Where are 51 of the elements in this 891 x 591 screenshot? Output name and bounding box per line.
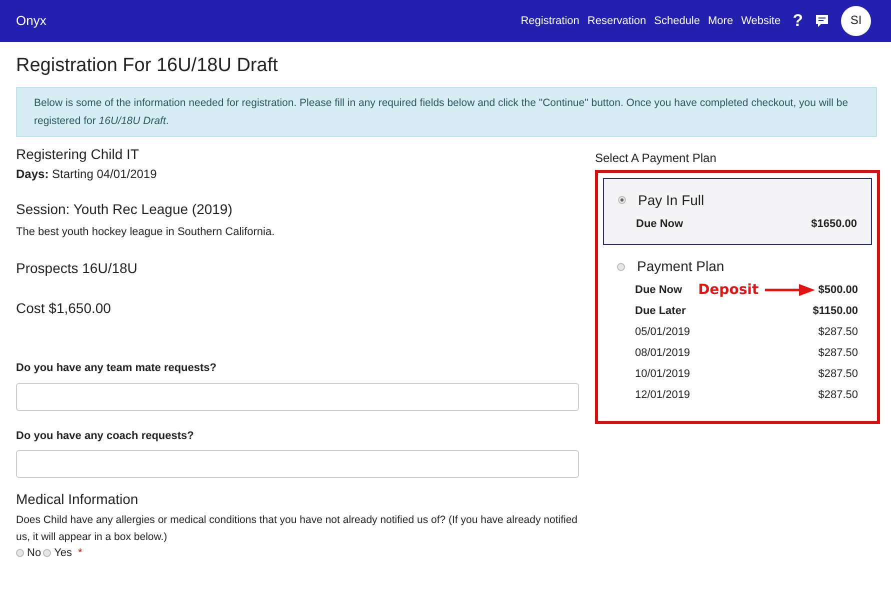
child-name: Registering Child IT: [16, 144, 140, 163]
nav-link[interactable]: Website: [741, 14, 781, 28]
chat-icon[interactable]: [815, 14, 829, 28]
question-label: Do you have any team mate requests?: [16, 361, 218, 376]
program-name: Prospects 16U/18U: [16, 258, 138, 278]
brand-name[interactable]: Onyx: [16, 12, 46, 30]
help-link[interactable]: ?: [792, 10, 803, 32]
payment-label: Due Now: [635, 283, 682, 298]
plan-option[interactable]: Payment Plan Due Now Deposit $500.00 Due Later $1150.00 05/01/2019 $287.50 08/01/2019 $287.50 10/01/2019 $287.50 12/01/2019 $287.50: [603, 245, 872, 416]
plan-name: Pay In Full: [638, 191, 704, 210]
section-heading: Medical Information: [16, 490, 140, 508]
text-field[interactable]: [16, 450, 579, 478]
nav-link[interactable]: More: [708, 14, 734, 28]
medical-question: Does Child have any allergies or medical conditions that you have not already notified us of? (If you have already notified us, it will appear in a box below.): [16, 513, 578, 546]
radio-button[interactable]: [43, 549, 52, 558]
text-field[interactable]: [16, 382, 579, 411]
plan-option[interactable]: Pay In Full Due Now $1650.00: [603, 178, 872, 246]
payment-amount: $1650.00: [811, 216, 857, 232]
option-label: Yes: [54, 546, 72, 560]
payment-label: 08/01/2019: [635, 346, 690, 360]
option-label: No: [27, 546, 42, 560]
payment-amount: $287.50: [818, 388, 858, 402]
radio-button[interactable]: [16, 549, 24, 558]
annotation-text: Deposit: [698, 281, 759, 300]
nav-link[interactable]: Registration: [520, 14, 580, 28]
payment-label: Due Now: [636, 216, 684, 232]
radio-button[interactable]: [617, 262, 625, 271]
payment-amount: $1150.00: [812, 304, 858, 318]
user-avatar[interactable]: SI: [841, 6, 871, 36]
nav-link[interactable]: Schedule: [654, 14, 700, 28]
arrow-icon: [764, 283, 815, 298]
plan-name: Payment Plan: [637, 257, 724, 276]
payment-label: Due Later: [635, 304, 686, 318]
payment-amount: $500.00: [818, 283, 858, 298]
cost-text: Cost $1,650.00: [16, 299, 112, 318]
section-label: Select A Payment Plan: [595, 150, 718, 166]
payment-label: 12/01/2019: [635, 388, 690, 402]
payment-amount: $287.50: [818, 346, 858, 360]
payment-amount: $287.50: [818, 325, 858, 340]
required-mark: *: [78, 546, 82, 560]
payment-label: 10/01/2019: [635, 367, 690, 382]
page-title: Registration For 16U/18U Draft: [16, 54, 279, 78]
info-alert: Below is some of the information needed for registration. Please fill in any required fields below and click the "Continue" button. Once you have completed checkout, you will be registered for 16U/18U Draft.: [16, 86, 877, 137]
question-label: Do you have any coach requests?: [16, 428, 195, 443]
session-description: The best youth hockey league in Southern California.: [16, 224, 276, 239]
session-name: Session: Youth Rec League (2019): [16, 200, 234, 219]
payment-amount: $287.50: [818, 367, 858, 382]
nav-link[interactable]: Reservation: [587, 14, 646, 28]
days-text: Days: Starting 04/01/2019: [16, 166, 158, 182]
radio-button[interactable]: [618, 196, 626, 204]
payment-label: 05/01/2019: [635, 325, 690, 340]
